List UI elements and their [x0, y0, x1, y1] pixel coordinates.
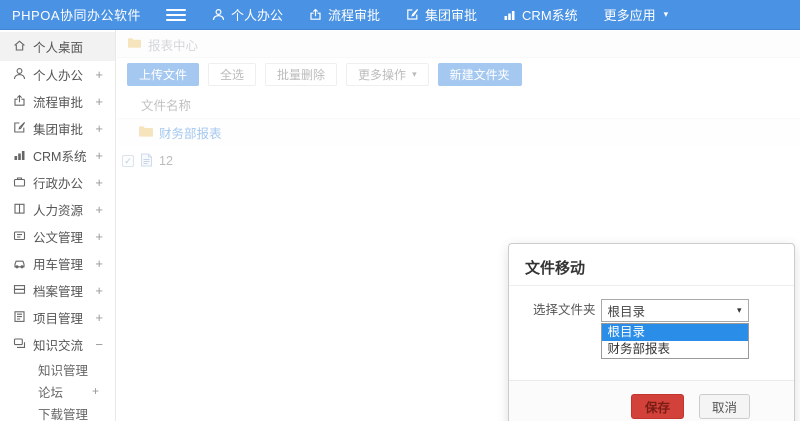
briefcase-icon	[13, 175, 33, 191]
topnav-personal-office[interactable]: 个人办公	[212, 5, 283, 24]
expand-plus-icon[interactable]: +	[92, 384, 99, 398]
save-button[interactable]: 保存	[630, 394, 684, 419]
expand-plus-icon[interactable]: +	[95, 283, 103, 298]
home-icon	[13, 39, 33, 55]
sidebar-subitem-knowledge-mgmt[interactable]: 知识管理	[0, 358, 115, 380]
expand-plus-icon[interactable]: +	[95, 121, 103, 136]
top-nav: 个人办公 流程审批 集团审批 CRM系统 更多应用 ▾	[212, 5, 694, 24]
sidebar-subitem-downloads[interactable]: 下载管理	[0, 402, 115, 421]
sidebar-item-documents[interactable]: 公文管理 +	[0, 223, 115, 250]
dialog-footer: 保存 取消	[509, 380, 794, 421]
sidebar-item-hr[interactable]: 人力资源 +	[0, 196, 115, 223]
topbar: PHPOA协同办公软件 个人办公 流程审批 集团审批 CRM系统 更多应用 ▾	[0, 0, 800, 30]
menu-toggle-icon[interactable]	[166, 8, 186, 21]
dropdown-option-root[interactable]: 根目录	[601, 324, 748, 341]
dropdown-option-finance-reports[interactable]: 财务部报表	[602, 341, 748, 358]
archive-icon	[13, 283, 33, 299]
sidebar-item-vehicles[interactable]: 用车管理 +	[0, 250, 115, 277]
sidebar: 个人桌面 个人办公 + 流程审批 + 集团审批 + CRM系统 + 行政办公 +…	[0, 30, 116, 421]
file-move-dialog: 文件移动 选择文件夹 根目录 ▾ 根目录 财务部报表 保存 取消	[508, 243, 795, 421]
edit-icon	[13, 121, 33, 137]
folder-select[interactable]: 根目录 ▾ 根目录 财务部报表	[600, 299, 749, 359]
topnav-crm[interactable]: CRM系统	[503, 5, 578, 24]
dialog-body: 选择文件夹 根目录 ▾ 根目录 财务部报表	[509, 286, 794, 379]
sidebar-item-workflow-approval[interactable]: 流程审批 +	[0, 88, 115, 115]
bar-chart-icon	[503, 8, 516, 21]
upload-icon	[309, 8, 322, 21]
sidebar-item-group-approval[interactable]: 集团审批 +	[0, 115, 115, 142]
caret-down-icon: ▾	[736, 305, 742, 315]
dialog-title: 文件移动	[525, 260, 586, 277]
caret-down-icon: ▾	[663, 9, 669, 19]
edit-icon	[406, 8, 419, 21]
book-icon	[13, 202, 33, 218]
sidebar-item-knowledge[interactable]: 知识交流 −	[0, 331, 115, 358]
user-icon	[13, 67, 33, 83]
expand-plus-icon[interactable]: +	[95, 202, 103, 217]
bar-chart-icon	[13, 148, 33, 164]
cancel-button[interactable]: 取消	[698, 394, 750, 419]
expand-plus-icon[interactable]: +	[95, 256, 103, 271]
app-logo: PHPOA协同办公软件	[12, 8, 142, 23]
sidebar-subitem-forum[interactable]: 论坛 +	[0, 380, 115, 402]
expand-plus-icon[interactable]: +	[95, 148, 103, 163]
user-icon	[212, 8, 225, 21]
topnav-more-apps[interactable]: 更多应用 ▾	[604, 5, 669, 24]
clipboard-icon	[13, 310, 33, 326]
sidebar-item-personal-office[interactable]: 个人办公 +	[0, 61, 115, 88]
car-icon	[13, 256, 33, 272]
expand-plus-icon[interactable]: +	[95, 310, 103, 325]
select-folder-label: 选择文件夹	[533, 303, 596, 317]
sidebar-item-admin-office[interactable]: 行政办公 +	[0, 169, 115, 196]
chat-icon	[13, 337, 33, 353]
dialog-header: 文件移动	[509, 244, 794, 286]
topnav-workflow-approval[interactable]: 流程审批	[309, 5, 380, 24]
upload-icon	[13, 94, 33, 110]
expand-plus-icon[interactable]: +	[95, 175, 103, 190]
sidebar-item-crm[interactable]: CRM系统 +	[0, 142, 115, 169]
expand-plus-icon[interactable]: +	[95, 94, 103, 109]
folder-select-dropdown: 根目录 财务部报表	[600, 323, 749, 359]
selected-folder-value: 根目录	[607, 305, 646, 319]
topnav-group-approval[interactable]: 集团审批	[406, 5, 477, 24]
expand-plus-icon[interactable]: +	[95, 229, 103, 244]
sidebar-item-archives[interactable]: 档案管理 +	[0, 277, 115, 304]
document-icon	[13, 229, 33, 245]
sidebar-item-projects[interactable]: 项目管理 +	[0, 304, 115, 331]
expand-plus-icon[interactable]: +	[95, 67, 103, 82]
sidebar-item-desktop[interactable]: 个人桌面	[0, 32, 115, 61]
collapse-minus-icon[interactable]: −	[95, 337, 103, 352]
